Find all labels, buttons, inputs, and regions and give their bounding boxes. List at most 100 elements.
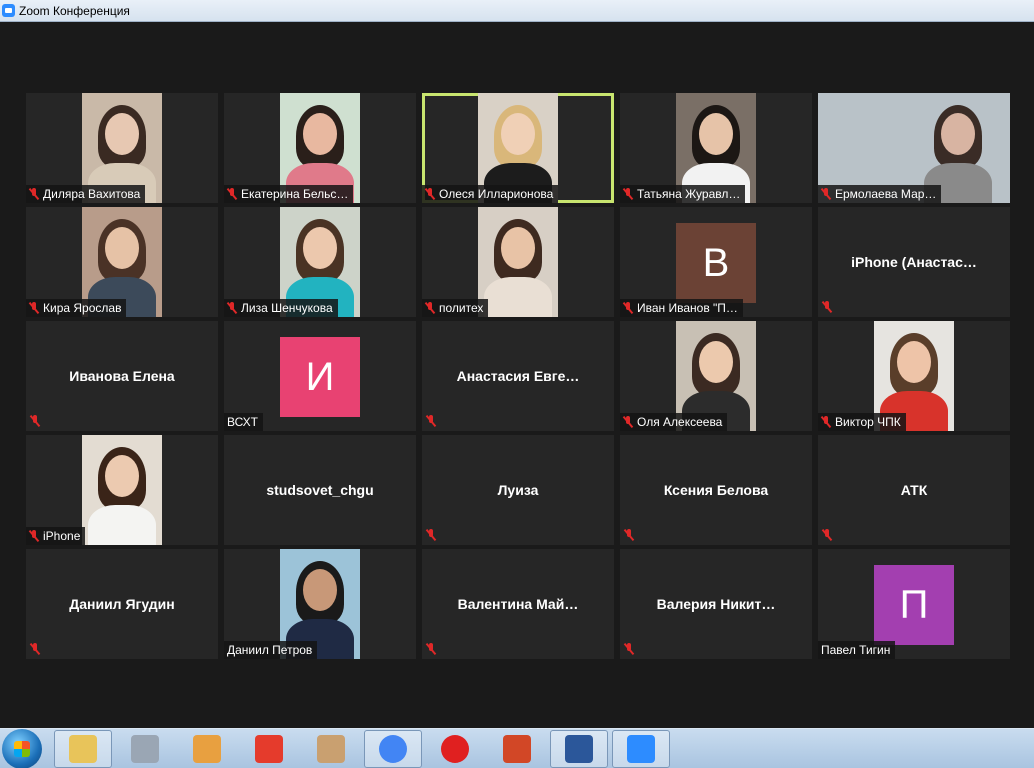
muted-mic-icon <box>30 643 40 655</box>
muted-mic-icon <box>822 301 832 313</box>
participant-tile[interactable]: Лиза Шенчукова <box>224 207 416 317</box>
participant-name: Кира Ярослав <box>43 301 122 315</box>
yandex-browser-icon <box>441 734 469 763</box>
participant-namebar: Павел Тигин <box>818 641 896 659</box>
participant-name: Даниил Петров <box>227 643 313 657</box>
participant-tile[interactable]: Даниил Ягудин <box>26 549 218 659</box>
muted-mic-icon <box>426 643 436 655</box>
participant-tile[interactable]: Екатерина Бельс… <box>224 93 416 203</box>
taskbar-zoom-button[interactable] <box>612 729 670 768</box>
participant-tile[interactable]: Валентина Май… <box>422 549 614 659</box>
participant-namebar: Даниил Петров <box>224 641 318 659</box>
muted-mic-icon <box>29 302 39 314</box>
participant-namebar: Диляра Вахитова <box>26 185 146 203</box>
participant-name: Екатерина Бельс… <box>241 187 349 201</box>
participant-tile[interactable]: Оля Алексеева <box>620 321 812 431</box>
participant-namebar: Иван Иванов "П… <box>620 299 743 317</box>
participant-name: Даниил Ягудин <box>69 596 175 612</box>
participant-name: Виктор ЧПК <box>835 415 901 429</box>
muted-mic-icon <box>624 529 634 541</box>
calculator-icon <box>131 734 159 763</box>
participant-tile[interactable]: Ксения Белова <box>620 435 812 545</box>
taskbar-chrome-button[interactable] <box>364 729 422 768</box>
muted-mic-icon <box>426 529 436 541</box>
participant-tile[interactable]: политех <box>422 207 614 317</box>
window-titlebar[interactable]: Zoom Конференция <box>0 0 1034 22</box>
muted-mic-icon <box>29 188 39 200</box>
muted-mic-icon <box>624 643 634 655</box>
participant-name: iPhone (Анастас… <box>851 254 977 270</box>
powerpoint-icon <box>503 734 531 763</box>
avatar: В <box>676 223 756 303</box>
participant-namebar: политех <box>422 299 489 317</box>
participant-namebar: Оля Алексеева <box>620 413 728 431</box>
participant-name: Анастасия Евге… <box>456 368 580 384</box>
folder-icon <box>69 734 97 763</box>
participant-tile[interactable]: Виктор ЧПК <box>818 321 1010 431</box>
participant-namebar: Виктор ЧПК <box>818 413 906 431</box>
participant-name: АТК <box>900 482 928 498</box>
taskbar-yandex-button[interactable] <box>240 730 298 768</box>
taskbar-word-button[interactable] <box>550 729 608 768</box>
taskbar-yandex-browser-button[interactable] <box>426 730 484 768</box>
taskbar-paint-button[interactable] <box>302 730 360 768</box>
muted-mic-icon <box>29 530 39 542</box>
muted-mic-icon <box>426 415 436 427</box>
taskbar-media-player-button[interactable] <box>178 730 236 768</box>
participant-tile[interactable]: Татьяна Журавл… <box>620 93 812 203</box>
participant-name: Валентина Май… <box>457 596 579 612</box>
yandex-icon <box>255 734 283 763</box>
participant-name: Олеся Илларионова <box>439 187 554 201</box>
meeting-area: Диляра Вахитова Екатерина Бельс… Олеся Илл… <box>0 22 1034 728</box>
participant-name: studsovet_chgu <box>266 482 374 498</box>
participant-tile[interactable]: В Иван Иванов "П… <box>620 207 812 317</box>
participant-tile[interactable]: АТК <box>818 435 1010 545</box>
participant-tile[interactable]: Ермолаева Мар… <box>818 93 1010 203</box>
zoom-app-icon <box>2 4 15 17</box>
participant-tile[interactable]: Иванова Елена <box>26 321 218 431</box>
participant-namebar: Кира Ярослав <box>26 299 127 317</box>
participant-tile[interactable]: Олеся Илларионова <box>422 93 614 203</box>
participant-name: Валерия Никит… <box>656 596 776 612</box>
taskbar-calculator-button[interactable] <box>116 730 174 768</box>
participant-tile[interactable]: iPhone <box>26 435 218 545</box>
participant-tile[interactable]: Луиза <box>422 435 614 545</box>
participant-tile[interactable]: Кира Ярослав <box>26 207 218 317</box>
participant-namebar: Ермолаева Мар… <box>818 185 942 203</box>
window-title: Zoom Конференция <box>19 3 130 18</box>
gallery-grid: Диляра Вахитова Екатерина Бельс… Олеся Илл… <box>26 93 1010 659</box>
participant-tile[interactable]: И ВСХТ <box>224 321 416 431</box>
participant-tile[interactable]: Анастасия Евге… <box>422 321 614 431</box>
avatar: П <box>874 565 954 645</box>
word-icon <box>565 734 593 763</box>
muted-mic-icon <box>821 416 831 428</box>
taskbar-items <box>54 729 674 768</box>
participant-namebar: Екатерина Бельс… <box>224 185 354 203</box>
participant-name: Иван Иванов "П… <box>637 301 738 315</box>
participant-tile[interactable]: Диляра Вахитова <box>26 93 218 203</box>
participant-name: Диляра Вахитова <box>43 187 141 201</box>
participant-name: Луиза <box>497 482 539 498</box>
participant-tile[interactable]: Даниил Петров <box>224 549 416 659</box>
participant-tile[interactable]: studsovet_chgu <box>224 435 416 545</box>
muted-mic-icon <box>822 529 832 541</box>
participant-tile[interactable]: П Павел Тигин <box>818 549 1010 659</box>
participant-namebar: Олеся Илларионова <box>422 185 559 203</box>
participant-name: Ксения Белова <box>663 482 769 498</box>
participant-name: Татьяна Журавл… <box>637 187 741 201</box>
participant-tile[interactable]: iPhone (Анастас… <box>818 207 1010 317</box>
start-button[interactable] <box>2 728 42 768</box>
avatar: И <box>280 337 360 417</box>
taskbar-explorer-button[interactable] <box>54 729 112 768</box>
muted-mic-icon <box>30 415 40 427</box>
muted-mic-icon <box>227 188 237 200</box>
participant-namebar: ВСХТ <box>224 413 263 431</box>
participant-name: Иванова Елена <box>69 368 175 384</box>
participant-name: политех <box>439 301 484 315</box>
taskbar-powerpoint-button[interactable] <box>488 730 546 768</box>
participant-name: Ермолаева Мар… <box>835 187 937 201</box>
participant-namebar: Татьяна Журавл… <box>620 185 746 203</box>
zoom-icon <box>627 734 655 763</box>
muted-mic-icon <box>425 302 435 314</box>
participant-tile[interactable]: Валерия Никит… <box>620 549 812 659</box>
